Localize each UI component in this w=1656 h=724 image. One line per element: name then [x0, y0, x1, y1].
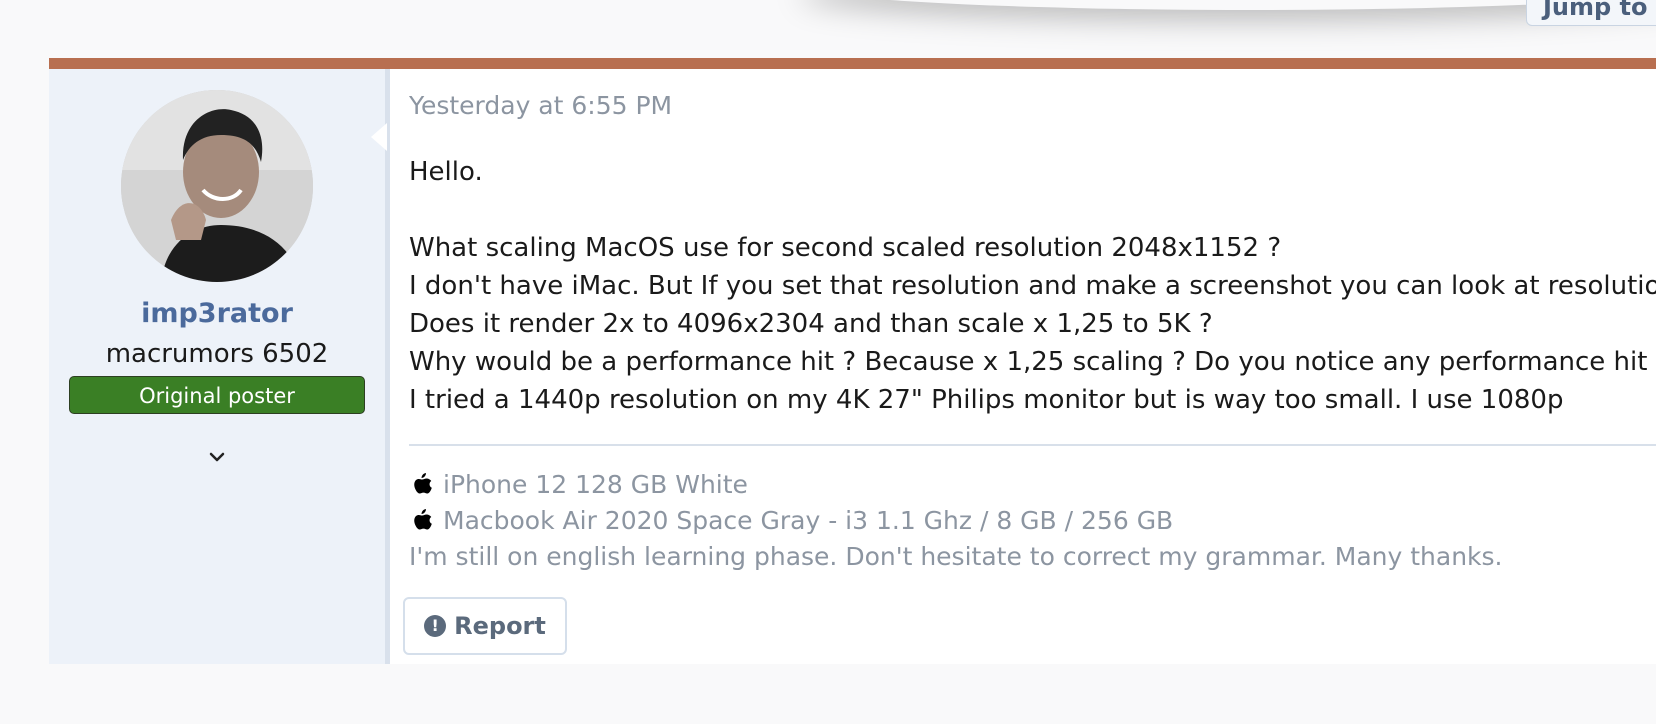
user-avatar-photo [121, 90, 313, 282]
chevron-down-icon[interactable] [205, 445, 229, 469]
signature-divider [409, 444, 1656, 446]
original-poster-badge: Original poster [69, 376, 365, 414]
apple-logo-icon [414, 509, 432, 530]
user-title: macrumors 6502 [105, 339, 329, 369]
signature-device: Macbook Air 2020 Space Gray - i3 1.1 Ghz… [409, 503, 1503, 539]
body-line: What scaling MacOS use for second scaled… [409, 233, 1282, 263]
jump-to-button[interactable]: Jump to [1526, 0, 1656, 26]
exclamation-circle-icon: ! [424, 615, 447, 637]
body-line: I tried a 1440p resolution on my 4K 27" … [409, 385, 1564, 415]
signature: iPhone 12 128 GB White Macbook Air 2020 … [409, 467, 1503, 575]
body-line: I don't have iMac. But If you set that r… [409, 271, 1656, 301]
signature-device-text: Macbook Air 2020 Space Gray - i3 1.1 Ghz… [443, 506, 1174, 535]
user-avatar[interactable] [121, 90, 313, 282]
forum-post: imp3rator macrumors 6502 Original poster… [49, 58, 1656, 664]
post-date-link[interactable]: Yesterday at 6:55 PM [409, 91, 672, 120]
body-line: Does it render 2x to 4096x2304 and than … [409, 309, 1213, 339]
body-greeting: Hello. [409, 157, 483, 187]
signature-device-text: iPhone 12 128 GB White [443, 470, 748, 499]
signature-device: iPhone 12 128 GB White [409, 467, 1503, 503]
body-line: Why would be a performance hit ? Because… [409, 347, 1648, 377]
post-content: Yesterday at 6:55 PM Hello. What scaling… [403, 69, 1656, 664]
signature-note: I'm still on english learning phase. Don… [409, 542, 1503, 571]
post-user-sidebar: imp3rator macrumors 6502 Original poster [49, 69, 390, 664]
report-label: Report [454, 612, 546, 640]
apple-logo-icon [414, 473, 432, 494]
report-button[interactable]: ! Report [403, 597, 567, 655]
message-arrow [371, 123, 387, 151]
post-body: Hello. What scaling MacOS use for second… [409, 153, 1656, 419]
username-link[interactable]: imp3rator [49, 298, 385, 329]
